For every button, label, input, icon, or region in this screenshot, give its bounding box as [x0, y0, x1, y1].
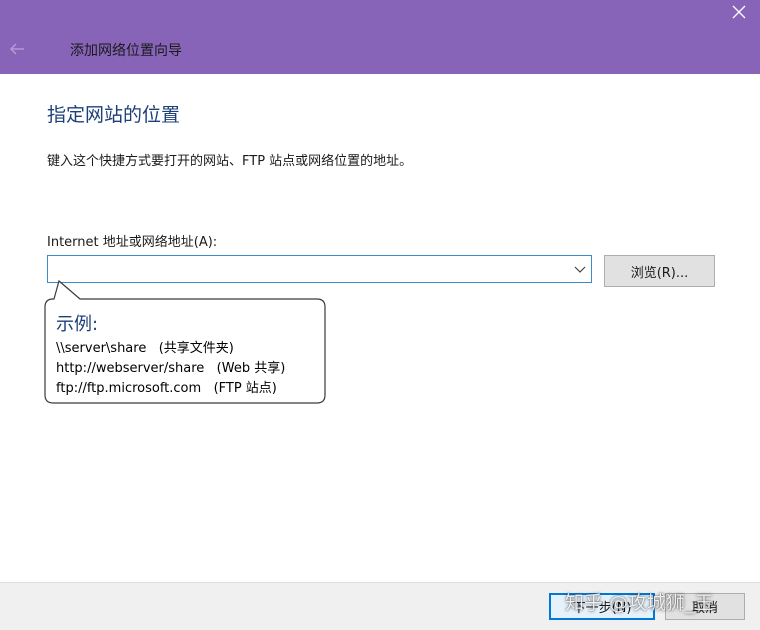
example-ftp-site: ftp://ftp.microsoft.com (FTP 站点) [56, 381, 277, 396]
wizard-title: 添加网络位置向导 [70, 43, 182, 59]
example-web-share: http://webserver/share (Web 共享) [56, 361, 286, 376]
back-arrow-icon[interactable] [6, 39, 28, 59]
browse-button[interactable]: 浏览(R)... [604, 255, 715, 287]
example-shared-folder: \\server\share (共享文件夹) [56, 341, 234, 356]
close-icon[interactable] [728, 2, 750, 22]
address-label: Internet 地址或网络地址(A): [47, 235, 218, 250]
title-bar: 添加网络位置向导 [0, 0, 760, 74]
watermark: 知乎 @攻城狮_王 [565, 592, 714, 614]
tooltip-heading: 示例: [56, 314, 99, 335]
instruction-text: 键入这个快捷方式要打开的网站、FTP 站点或网络位置的地址。 [47, 154, 413, 169]
chevron-down-icon[interactable] [574, 264, 586, 274]
page-heading: 指定网站的位置 [47, 104, 181, 126]
